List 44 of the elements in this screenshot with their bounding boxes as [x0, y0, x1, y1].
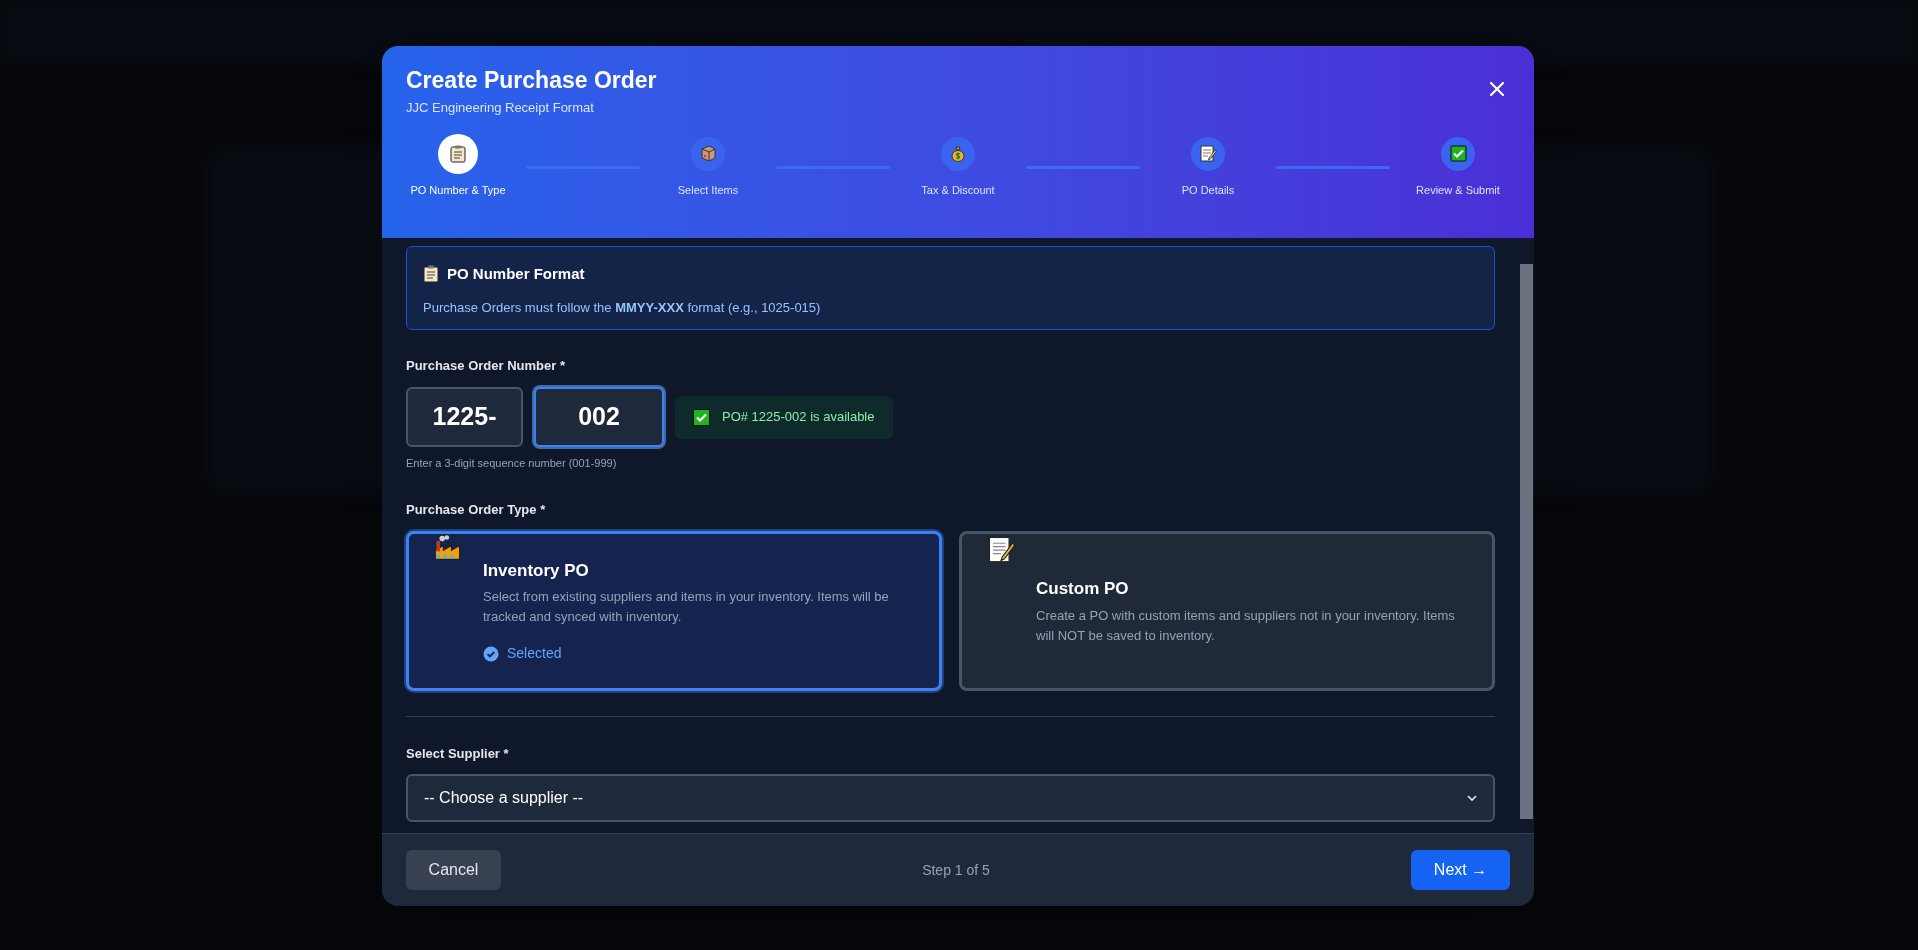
po-type-card[interactable]: Custom PO Create a PO with custom items and suppliers not in your inventory. Items will NOT be saved to inventory. [959, 531, 1495, 691]
card-title: Custom PO [1036, 578, 1129, 601]
money-bag-icon [949, 144, 967, 163]
next-button[interactable]: Next → [1411, 850, 1510, 890]
card-title: Inventory PO [483, 559, 589, 582]
check-circle-icon [483, 645, 499, 662]
package-icon [699, 144, 717, 163]
card-description: Create a PO with custom items and suppliers not in your inventory. Items will NOT be saved to inventory. [1036, 606, 1456, 645]
selected-label: Selected [507, 644, 562, 664]
po-sequence-input[interactable]: 002 [534, 387, 664, 447]
step-indicator[interactable] [941, 136, 975, 171]
step-label: Select Items [677, 182, 739, 198]
scrollbar[interactable] [1519, 238, 1534, 833]
step-label: PO Details [1181, 182, 1235, 198]
po-prefix-field: 1225- [406, 387, 523, 447]
card-description: Select from existing suppliers and items in your inventory. Items will be tracked and synced with inventory. [483, 588, 890, 627]
checkbox-icon [1449, 144, 1467, 163]
step-label: PO Number & Type [410, 182, 506, 198]
modal-title: Create Purchase Order [406, 66, 657, 94]
step-indicator[interactable] [1441, 136, 1475, 171]
po-type-card[interactable]: Inventory PO Select from existing suppliers and items in your inventory. Items will be tracked and synced with inventory. Selected [406, 531, 942, 691]
clipboard-icon [449, 144, 467, 163]
step-indicator[interactable] [1191, 136, 1225, 171]
step-label: Review & Submit [1416, 182, 1500, 198]
modal-subtitle: JJC Engineering Receipt Format [406, 99, 594, 117]
memo-icon [1199, 144, 1217, 163]
step-indicator[interactable] [691, 136, 725, 171]
info-title: PO Number Format [447, 264, 585, 284]
field-label: Select Supplier * [406, 745, 509, 763]
info-text: Purchase Orders must follow the MMYY-XXX format (e.g., 1025-015) [423, 298, 822, 317]
field-hint: Enter a 3-digit sequence number (001-999) [406, 456, 617, 471]
field-label: Purchase Order Number * [406, 357, 565, 375]
step-indicator[interactable] [438, 133, 478, 174]
step-counter: Step 1 of 5 [922, 860, 990, 880]
checkbox-icon [693, 408, 710, 426]
memo-icon [986, 534, 1016, 564]
availability-text: PO# 1225-002 is available [722, 408, 875, 427]
chevron-down-icon [1467, 794, 1477, 802]
supplier-select[interactable]: -- Choose a supplier -- [406, 774, 1495, 822]
step-label: Tax & Discount [921, 182, 995, 198]
cancel-button[interactable]: Cancel [406, 850, 501, 890]
field-label: Purchase Order Type * [406, 501, 546, 519]
clipboard-icon [423, 265, 439, 284]
close-icon [1488, 80, 1506, 98]
